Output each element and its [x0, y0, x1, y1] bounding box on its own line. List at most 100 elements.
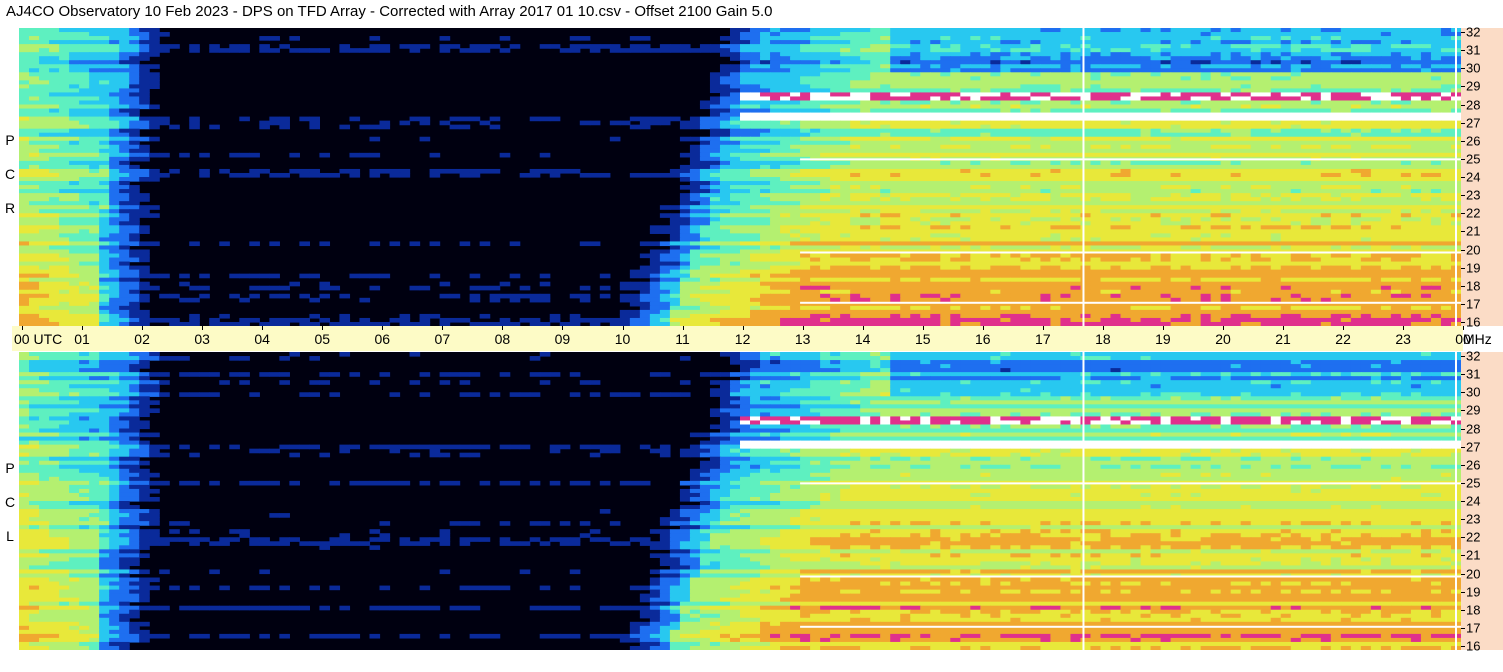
spectrogram-cell [1050, 172, 1062, 178]
spectrogram-cell [1300, 201, 1312, 206]
spectrogram-cell [19, 201, 30, 206]
spectrogram-cell [579, 36, 591, 41]
spectrogram-cell [1380, 72, 1392, 77]
spectrogram-cell [830, 193, 841, 198]
spectrogram-cell [129, 108, 140, 114]
spectrogram-cell [810, 164, 821, 170]
spectrogram-cell [469, 116, 481, 122]
spectrogram-cell [1090, 221, 1102, 226]
spectrogram-cell [860, 80, 871, 85]
spectrogram-cell [1050, 225, 1062, 230]
spectrogram-cell [59, 52, 70, 57]
spectrogram-cell [1280, 160, 1292, 166]
spectrogram-cell [269, 48, 280, 53]
spectrogram-cell [940, 185, 951, 190]
spectrogram-cell [1190, 60, 1202, 65]
spectrogram-cell [1330, 152, 1342, 158]
spectrogram-cell [1170, 72, 1182, 77]
spectrogram-cell [900, 213, 911, 218]
spectrogram-cell [990, 201, 1001, 206]
spectrogram-cell [729, 197, 741, 202]
spectrogram-cell [149, 152, 160, 158]
spectrogram-cell [1080, 28, 1092, 33]
spectrogram-cell [1200, 32, 1212, 37]
spectrogram-cell [780, 72, 791, 77]
spectrogram-cell [1060, 160, 1072, 166]
spectrogram-cell [1270, 213, 1282, 218]
spectrogram-cell [810, 177, 821, 182]
spectrogram-cell [890, 185, 901, 190]
spectrogram-cell [880, 225, 891, 230]
spectrogram-cell [930, 164, 941, 170]
spectrogram-cell [1000, 181, 1011, 186]
spectrogram-cell [1290, 172, 1302, 178]
spectrogram-cell [719, 172, 731, 178]
spectrogram-cell [1170, 140, 1182, 146]
spectrogram-cell [109, 168, 120, 174]
spectrogram-cell [1170, 152, 1182, 158]
spectrogram-cell [1050, 168, 1062, 174]
spectrogram-cell [509, 241, 521, 247]
spectrogram-cell [99, 201, 110, 206]
spectrogram-cell [109, 100, 120, 106]
spectrogram-cell [1040, 28, 1052, 33]
spectrogram-cell [1210, 172, 1222, 178]
spectrogram-cell [800, 181, 811, 186]
spectrogram-cell [830, 84, 841, 90]
spectrogram-cell [1060, 205, 1072, 210]
spectrogram-cell [820, 128, 831, 134]
spectrogram-cell [940, 60, 951, 65]
spectrogram-cell [129, 144, 140, 150]
spectrogram-cell [910, 144, 921, 150]
spectrogram-cell [129, 189, 140, 194]
spectrogram-cell [1100, 56, 1112, 61]
spectrogram-cell [1430, 48, 1442, 53]
spectrogram-cell [699, 152, 711, 158]
spectrogram-cell [699, 185, 711, 190]
spectrogram-cell [129, 124, 140, 130]
spectrogram-cell [1120, 36, 1132, 41]
spectrogram-cell [1310, 88, 1322, 94]
spectrogram-cell [1080, 104, 1092, 110]
spectrogram-cell [1210, 148, 1222, 154]
spectrogram-cell [800, 217, 811, 222]
spectrogram-cell [1330, 76, 1342, 81]
spectrogram-cell [29, 233, 40, 239]
spectrogram-cell [59, 88, 70, 94]
spectrogram-cell [1150, 168, 1162, 174]
spectrogram-cell [850, 181, 861, 186]
spectrogram-cell [129, 92, 140, 98]
spectrogram-cell [1260, 132, 1272, 138]
spectrogram-cell [1270, 96, 1282, 102]
spectrogram-cell [1300, 56, 1312, 61]
spectrogram-cell [1060, 237, 1072, 243]
spectrogram-cell [1360, 88, 1372, 94]
spectrogram-cell [459, 241, 471, 247]
spectrogram-cell [69, 52, 80, 57]
spectrogram-cell [1030, 136, 1042, 142]
spectrogram-cell [69, 185, 80, 190]
spectrogram-cell [1350, 185, 1362, 190]
spectrogram-cell [409, 241, 421, 247]
spectrogram-cell [780, 32, 791, 37]
spectrogram-cell [740, 237, 751, 243]
spectrogram-cell [820, 84, 831, 90]
spectrogram-cell [890, 68, 901, 73]
spectrogram-cell [810, 221, 821, 226]
spectrogram-cell [1310, 172, 1322, 178]
spectrogram-cell [139, 84, 150, 90]
spectrogram-cell [419, 44, 431, 49]
spectrogram-cell [1300, 88, 1312, 94]
spectrogram-cell [1340, 40, 1352, 45]
spectrogram-cell [389, 168, 401, 174]
spectrogram-cell [980, 68, 991, 73]
spectrogram-cell [930, 152, 941, 158]
spectrogram-cell [880, 193, 891, 198]
spectrogram-cell [1250, 172, 1262, 178]
spectrogram-cell [1020, 40, 1031, 45]
spectrogram-cell [109, 60, 120, 65]
spectrogram-cell [709, 197, 721, 202]
spectrogram-cell [820, 160, 831, 166]
spectrogram-cell [1140, 84, 1152, 90]
spectrogram-cell [129, 64, 140, 69]
